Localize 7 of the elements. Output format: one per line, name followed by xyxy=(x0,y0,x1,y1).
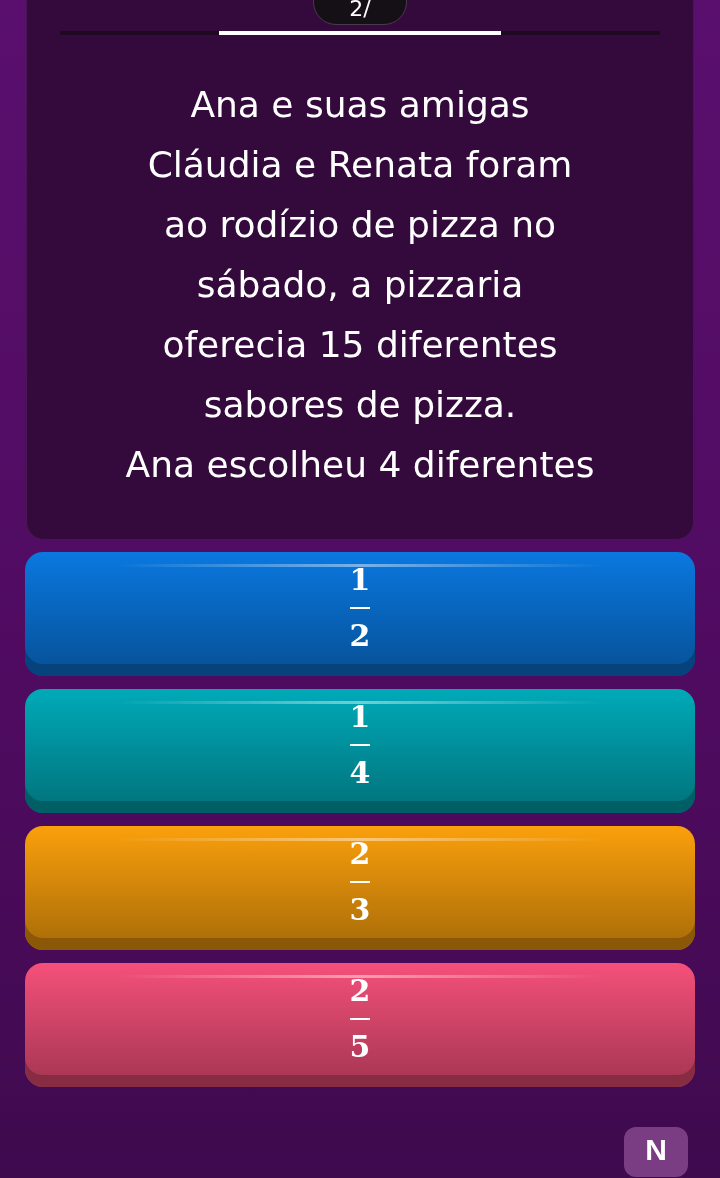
next-button[interactable]: N xyxy=(624,1127,688,1177)
answer-button[interactable]: 1 2 xyxy=(25,552,695,676)
question-text: Ana e suas amigas Cláudia e Renata foram ao rodízio de pizza no sábado, a pizzaria oferecia 15 diferentes sabores de pizza. Ana escolheu 4 diferentes xyxy=(124,83,596,487)
question-counter: 2/ xyxy=(313,0,407,25)
answer-button[interactable]: 2 5 xyxy=(25,963,695,1087)
answer-button[interactable]: 1 4 xyxy=(25,689,695,813)
answer-button[interactable]: 2 3 xyxy=(25,826,695,950)
